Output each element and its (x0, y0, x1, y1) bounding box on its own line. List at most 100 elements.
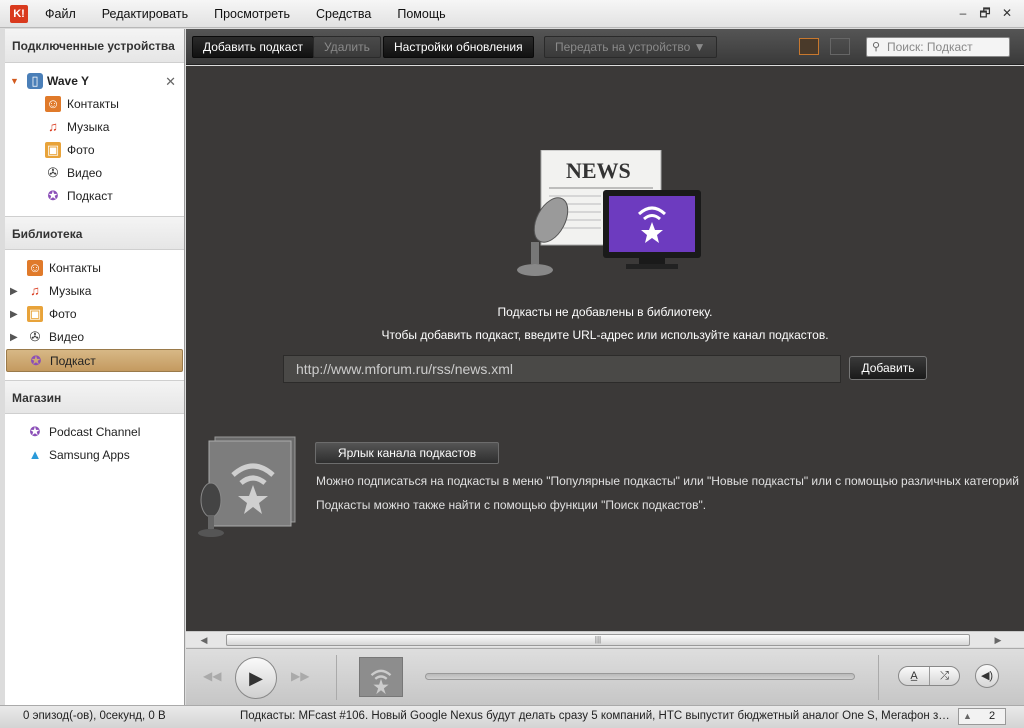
delete-button[interactable]: Удалить (313, 36, 381, 58)
now-playing-podcast-icon (359, 657, 403, 697)
list-view-icon[interactable] (799, 38, 819, 55)
channel-description-2: Подкасты можно также найти с помощью фун… (316, 498, 707, 512)
expand-arrow-icon[interactable]: ▶ (10, 280, 18, 303)
expand-up-icon: ▲ (963, 711, 972, 721)
toolbar: Добавить подкаст Удалить Настройки обнов… (186, 29, 1024, 65)
update-settings-button[interactable]: Настройки обновления (383, 36, 534, 58)
status-bar: 0 эпизод(-ов), 0секунд, 0 В Подкасты: MF… (0, 705, 1024, 728)
status-summary: 0 эпизод(-ов), 0секунд, 0 В (23, 710, 166, 722)
device-item-music[interactable]: ♫ Музыка (5, 116, 184, 139)
horizontal-scrollbar[interactable]: ◀ ||| ▶ (186, 631, 1024, 647)
expand-arrow-icon[interactable]: ▶ (10, 303, 18, 326)
status-podcast-ticker: Подкасты: MFcast #106. Новый Google Nexu… (240, 710, 952, 722)
podcast-icon: ✪ (47, 188, 59, 203)
send-to-device-button[interactable]: Передать на устройство ▼ (544, 36, 717, 58)
podcast-channel-illustration (198, 436, 296, 537)
store-item-samsung-apps[interactable]: ▲ Samsung Apps (5, 444, 184, 467)
next-icon[interactable]: ▶▶ (291, 669, 309, 683)
library-item-label: Подкаст (50, 354, 96, 368)
shuffle-icon[interactable]: ⤮ (929, 667, 959, 685)
store-item-podcast-channel[interactable]: ✪ Podcast Channel (5, 421, 184, 444)
store-header: Магазин (5, 380, 184, 414)
playback-progress-bar[interactable] (425, 673, 855, 680)
device-item-label: Видео (67, 166, 103, 180)
device-item-label: Фото (67, 143, 95, 157)
chevron-down-icon[interactable]: ▼ (10, 70, 19, 93)
video-icon: ✇ (29, 329, 41, 344)
contacts-icon: ☺ (27, 260, 43, 276)
device-item-photo[interactable]: ▣ Фото (5, 139, 184, 162)
repeat-icon[interactable]: A̲ (899, 667, 929, 685)
photo-icon: ▣ (45, 142, 61, 158)
news-illustration: NEWS (517, 150, 701, 276)
library-list: ☺ Контакты ▶ ♫ Музыка ▶ ▣ Фото ▶ ✇ Видео… (5, 250, 184, 380)
menu-tools[interactable]: Средства (303, 0, 384, 28)
contacts-icon: ☺ (45, 96, 61, 112)
library-item-label: Фото (49, 307, 77, 321)
library-item-music[interactable]: ▶ ♫ Музыка (5, 280, 184, 303)
device-item-podcast[interactable]: ✪ Подкаст (5, 185, 184, 208)
connected-devices-list: ▼ ▯ Wave Y ✕ ☺ Контакты ♫ Музыка ▣ Фото … (5, 63, 184, 216)
podcast-url-input[interactable]: http://www.mforum.ru/rss/news.xml (283, 355, 841, 383)
music-icon: ♫ (30, 283, 40, 298)
player-divider (878, 655, 879, 700)
main-menu: Файл Редактировать Просмотреть Средства … (45, 0, 459, 28)
device-item-video[interactable]: ✇ Видео (5, 162, 184, 185)
menu-file[interactable]: Файл (45, 0, 89, 28)
notification-badge[interactable]: ▲ 2 (958, 708, 1006, 725)
restore-button[interactable]: 🗗 (974, 4, 996, 22)
podcast-channel-shortcut-button[interactable]: Ярлык канала подкастов (315, 442, 499, 464)
scroll-left-icon[interactable]: ◀ (196, 632, 212, 648)
samsung-apps-icon: ▲ (28, 447, 42, 462)
video-icon: ✇ (47, 165, 59, 180)
expand-arrow-icon[interactable]: ▶ (10, 326, 18, 349)
device-item-contacts[interactable]: ☺ Контакты (5, 93, 184, 116)
news-label: NEWS (566, 158, 631, 183)
channel-description-1: Можно подписаться на подкасты в меню "По… (316, 474, 1019, 488)
store-item-label: Podcast Channel (49, 425, 141, 439)
music-icon: ♫ (48, 119, 58, 134)
empty-library-message: Подкасты не добавлены в библиотеку. (497, 305, 713, 319)
add-url-button[interactable]: Добавить (849, 356, 927, 380)
disconnect-device-icon[interactable]: ✕ (165, 70, 176, 93)
library-item-contacts[interactable]: ☺ Контакты (5, 257, 184, 280)
podcast-icon: ✪ (30, 353, 42, 368)
window-controls: – 🗗 ✕ (952, 4, 1018, 22)
podcast-main-panel: NEWS Подкасты не добавлены в библиотеку.… (186, 66, 1024, 631)
previous-icon[interactable]: ◀◀ (203, 669, 221, 683)
store-list: ✪ Podcast Channel ▲ Samsung Apps (5, 414, 184, 475)
search-icon: ⚲ (872, 41, 881, 53)
repeat-shuffle-toggle[interactable]: A̲ ⤮ (898, 666, 960, 686)
device-name: Wave Y (47, 74, 90, 88)
photo-icon: ▣ (27, 306, 43, 322)
library-item-podcast[interactable]: ✪ Подкаст (6, 349, 183, 372)
search-placeholder: Поиск: Подкаст (887, 40, 973, 54)
menu-view[interactable]: Просмотреть (201, 0, 303, 28)
scroll-right-icon[interactable]: ▶ (990, 632, 1006, 648)
device-wave-y[interactable]: ▼ ▯ Wave Y ✕ (5, 70, 184, 93)
device-item-label: Музыка (67, 120, 110, 134)
device-item-label: Подкаст (67, 189, 113, 203)
menu-bar: K! Файл Редактировать Просмотреть Средст… (0, 0, 1024, 28)
volume-icon[interactable]: ◀) (975, 664, 999, 688)
library-item-photo[interactable]: ▶ ▣ Фото (5, 303, 184, 326)
sidebar: Подключенные устройства ▼ ▯ Wave Y ✕ ☺ К… (0, 29, 185, 705)
scrollbar-thumb[interactable]: ||| (226, 634, 970, 646)
device-item-label: Контакты (67, 97, 119, 111)
player-divider (336, 655, 337, 700)
close-window-button[interactable]: ✕ (996, 4, 1018, 22)
store-item-label: Samsung Apps (49, 448, 130, 462)
podcast-icon: ✪ (29, 424, 41, 439)
play-button[interactable]: ▶ (235, 657, 277, 699)
menu-edit[interactable]: Редактировать (89, 0, 201, 28)
grid-view-icon[interactable] (830, 38, 850, 55)
library-item-video[interactable]: ▶ ✇ Видео (5, 326, 184, 349)
minimize-button[interactable]: – (952, 4, 974, 22)
library-header: Библиотека (5, 216, 184, 250)
library-item-label: Контакты (49, 261, 101, 275)
phone-icon: ▯ (27, 73, 43, 89)
add-podcast-button[interactable]: Добавить подкаст (192, 36, 314, 58)
notification-count: 2 (989, 710, 996, 722)
menu-help[interactable]: Помощь (384, 0, 458, 28)
search-input[interactable]: ⚲ Поиск: Подкаст (866, 37, 1010, 57)
